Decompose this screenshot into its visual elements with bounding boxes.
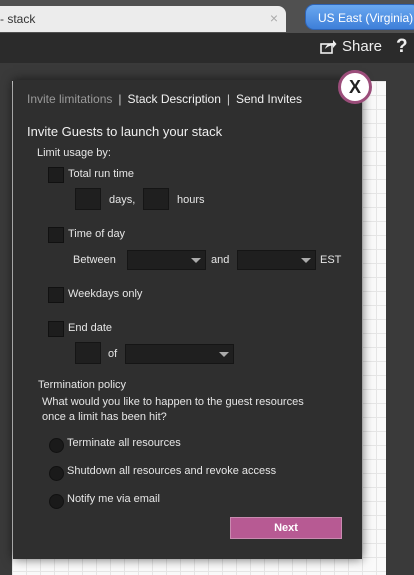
tab-invite-limitations[interactable]: Invite limitations: [27, 92, 112, 106]
modal-nav: Invite limitations | Stack Description |…: [27, 92, 302, 106]
days-label: days,: [109, 194, 136, 206]
chevron-down-icon: [191, 258, 201, 263]
weekdays-only-label: Weekdays only: [68, 288, 143, 300]
nav-separator: |: [226, 92, 230, 106]
shutdown-revoke-label: Shutdown all resources and revoke access: [67, 465, 277, 477]
and-label: and: [211, 254, 230, 266]
browser-tab[interactable]: - stack ×: [0, 6, 286, 32]
shutdown-revoke-radio[interactable]: [49, 466, 64, 481]
end-month-select[interactable]: [125, 344, 234, 364]
terminate-all-label: Terminate all resources: [67, 437, 181, 449]
total-run-time-checkbox[interactable]: [48, 167, 64, 183]
timezone-label: EST: [320, 254, 342, 266]
tab-stack-description[interactable]: Stack Description: [128, 92, 221, 106]
share-icon: [320, 40, 337, 54]
end-date-checkbox[interactable]: [48, 321, 64, 337]
tab-title: - stack: [0, 12, 36, 26]
limit-usage-label: Limit usage by:: [37, 147, 111, 159]
hours-label: hours: [177, 194, 205, 206]
between-label: Between: [73, 254, 116, 266]
modal-close-button[interactable]: X: [338, 70, 372, 104]
help-button[interactable]: ?: [396, 36, 408, 58]
total-run-time-label: Total run time: [68, 168, 135, 180]
chevron-down-icon: [219, 352, 229, 357]
end-day-input[interactable]: [75, 342, 101, 364]
share-label: Share: [342, 38, 383, 55]
invite-guests-modal: Invite limitations | Stack Description |…: [13, 80, 362, 559]
browser-top-bar: - stack × US East (Virginia): [0, 0, 414, 33]
nav-separator: |: [118, 92, 122, 106]
weekdays-only-checkbox[interactable]: [48, 287, 64, 303]
time-of-day-checkbox[interactable]: [48, 227, 64, 243]
share-button[interactable]: Share: [320, 38, 382, 55]
start-time-select[interactable]: [127, 250, 206, 270]
terminate-all-radio[interactable]: [49, 438, 64, 453]
termination-question-line-2: once a limit has been hit?: [42, 411, 167, 423]
end-time-select[interactable]: [237, 250, 316, 270]
modal-title: Invite Guests to launch your stack: [27, 124, 223, 139]
region-selector-button[interactable]: US East (Virginia): [305, 4, 414, 30]
next-button[interactable]: Next: [230, 517, 342, 539]
termination-policy-heading: Termination policy: [38, 379, 127, 391]
of-label: of: [108, 348, 118, 360]
hours-input[interactable]: [143, 188, 169, 210]
termination-question-line-1: What would you like to happen to the gue…: [42, 396, 304, 408]
tab-close-icon[interactable]: ×: [270, 10, 278, 26]
notify-email-label: Notify me via email: [67, 493, 160, 505]
end-date-label: End date: [68, 322, 113, 334]
notify-email-radio[interactable]: [49, 494, 64, 509]
app-toolbar: Share ?: [0, 33, 414, 63]
days-input[interactable]: [75, 188, 101, 210]
chevron-down-icon: [301, 258, 311, 263]
tab-send-invites[interactable]: Send Invites: [236, 92, 302, 106]
close-icon: X: [348, 76, 361, 97]
time-of-day-label: Time of day: [68, 228, 126, 240]
